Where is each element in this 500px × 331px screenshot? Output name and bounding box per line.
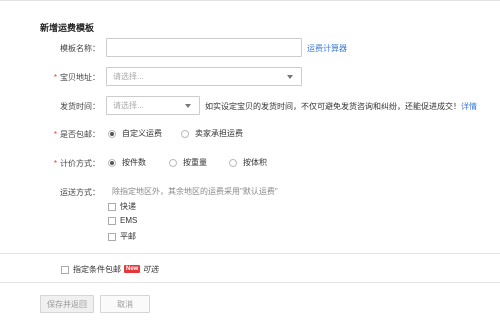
checkbox-icon (108, 232, 116, 241)
template-name-label: 模板名称： (40, 43, 100, 54)
cancel-button[interactable]: 取消 (100, 295, 150, 313)
delivery-label: 运送方式： (40, 187, 100, 198)
delivery-method-express[interactable]: 快递 (108, 201, 136, 212)
delivery-method-label: 快递 (120, 202, 136, 211)
top-border (0, 0, 500, 1)
pricing-option-weight[interactable]: 按重量 (169, 157, 207, 168)
delivery-method-surface-mail[interactable]: 平邮 (108, 231, 136, 242)
pricing-option-label: 按重量 (183, 158, 207, 167)
free-shipping-option-label: 自定义运费 (122, 129, 162, 138)
radio-unselected-icon (169, 158, 177, 167)
conditional-free-shipping-option[interactable]: 指定条件包邮 New 可选 (61, 264, 158, 275)
free-shipping-label-text: 是否包邮： (60, 130, 100, 139)
page-title: 新增运费模板 (40, 23, 95, 33)
ship-time-label: 发货时间： (40, 101, 100, 112)
required-mark: * (53, 73, 57, 82)
delivery-method-label: EMS (120, 216, 138, 225)
divider (0, 282, 500, 283)
radio-unselected-icon (229, 158, 237, 167)
ship-time-details-link[interactable]: 详情 (461, 102, 477, 111)
checkbox-icon (108, 202, 116, 211)
delivery-method-ems[interactable]: EMS (108, 216, 137, 225)
pricing-label-text: 计价方式： (60, 159, 100, 168)
location-label-text: 宝贝地址： (60, 73, 100, 82)
optional-text: 可选 (142, 265, 159, 274)
pricing-label: * 计价方式： (40, 158, 100, 169)
ship-time-hint: 如实设定宝贝的发货时间，不仅可避免发货咨询和纠纷，还能促进成交！详情 (205, 101, 477, 112)
template-name-label-text: 模板名称： (60, 44, 100, 53)
free-shipping-option-custom[interactable]: 自定义运费 (108, 128, 162, 139)
pricing-option-label: 按体积 (243, 158, 267, 167)
required-mark: * (53, 130, 57, 139)
location-select-placeholder: 请选择... (113, 72, 144, 81)
ship-time-hint-text: 如实设定宝贝的发货时间，不仅可避免发货咨询和纠纷，还能促进成交！ (205, 102, 461, 111)
freight-calculator-link[interactable]: 运费计算器 (307, 43, 347, 54)
ship-time-select-placeholder: 请选择... (113, 101, 144, 110)
ship-time-label-text: 发货时间： (60, 102, 100, 111)
required-mark: * (53, 159, 57, 168)
free-shipping-option-seller[interactable]: 卖家承担运费 (181, 128, 243, 139)
delivery-method-label: 平邮 (120, 232, 136, 241)
delivery-note: 除指定地区外，其余地区的运费采用"默认运费" (112, 187, 278, 196)
template-name-input[interactable] (106, 38, 302, 57)
chevron-down-icon (287, 74, 293, 79)
location-label: * 宝贝地址： (40, 72, 100, 83)
pricing-option-count[interactable]: 按件数 (108, 157, 146, 168)
conditional-free-shipping-label: 指定条件包邮 (73, 265, 121, 274)
checkbox-icon (108, 216, 116, 225)
chevron-down-icon (185, 103, 191, 108)
save-and-return-button[interactable]: 保存并返回 (40, 295, 94, 313)
checkbox-icon (61, 265, 69, 274)
ship-time-select[interactable]: 请选择... (106, 96, 200, 115)
free-shipping-option-label: 卖家承担运费 (195, 129, 243, 138)
divider (0, 253, 500, 254)
pricing-option-volume[interactable]: 按体积 (229, 157, 267, 168)
radio-selected-icon (108, 158, 116, 167)
location-select[interactable]: 请选择... (106, 67, 302, 86)
radio-unselected-icon (181, 129, 189, 138)
radio-selected-icon (108, 129, 116, 138)
new-badge: New (124, 264, 141, 273)
pricing-option-label: 按件数 (122, 158, 146, 167)
delivery-label-text: 运送方式： (60, 188, 100, 197)
free-shipping-label: * 是否包邮： (40, 129, 100, 140)
